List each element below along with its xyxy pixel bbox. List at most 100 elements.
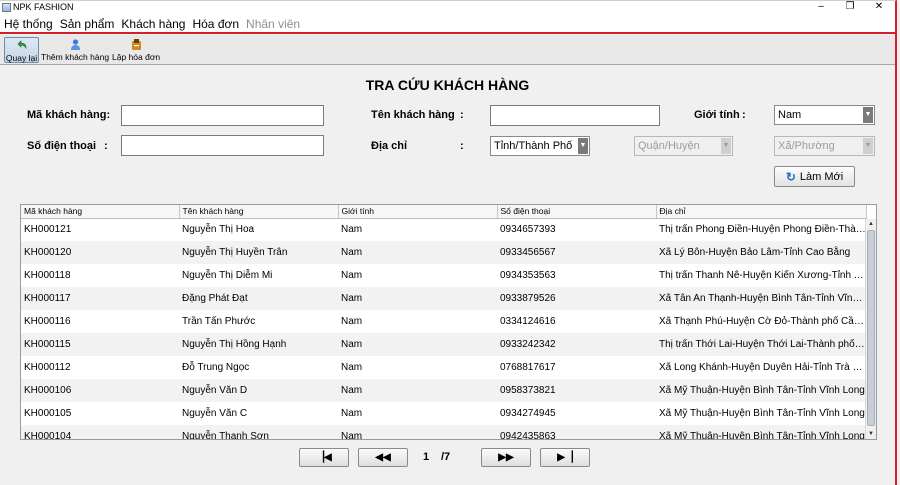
cell-customer-name: Nguyễn Thị Hoa bbox=[182, 224, 255, 236]
table-row[interactable]: KH000118 Nguyễn Thị Diễm Mi Nam 09343535… bbox=[21, 264, 866, 287]
chevron-down-icon: ▼ bbox=[578, 138, 588, 154]
column-header-address[interactable]: Địa chỉ bbox=[656, 205, 867, 219]
chevron-down-icon: ▼ bbox=[863, 138, 873, 154]
table-header-row: Mã khách hàng Tên khách hàng Giới tính S… bbox=[21, 205, 867, 219]
ward-select: Xã/Phường ▼ bbox=[774, 136, 875, 156]
menu-khach-hang[interactable]: Khách hàng bbox=[118, 17, 188, 31]
next-page-button[interactable]: ▶▶ bbox=[481, 448, 531, 467]
table-row[interactable]: KH000112 Đỗ Trung Ngọc Nam 0768817617 Xã… bbox=[21, 356, 866, 379]
gender-selected-value: Nam bbox=[778, 109, 802, 121]
back-label: Quay lại bbox=[5, 53, 38, 63]
cell-gender: Nam bbox=[341, 270, 363, 281]
cell-gender: Nam bbox=[338, 241, 497, 264]
maximize-button[interactable]: ❐ bbox=[837, 1, 863, 15]
cell-gender: Nam bbox=[338, 425, 497, 439]
chevron-down-icon: ▼ bbox=[863, 107, 873, 123]
province-select[interactable]: Tỉnh/Thành Phố ▼ bbox=[490, 136, 590, 156]
cell-gender: Nam bbox=[338, 379, 497, 402]
column-header-phone[interactable]: Số điện thoại bbox=[497, 205, 657, 219]
scroll-down-icon[interactable]: ▼ bbox=[866, 429, 876, 439]
ward-selected-value: Xã/Phường bbox=[778, 140, 835, 152]
customer-id-input[interactable] bbox=[121, 105, 324, 126]
cell-phone: 0334124616 bbox=[500, 316, 556, 327]
cell-gender: Nam bbox=[338, 287, 497, 310]
minimize-button[interactable]: – bbox=[808, 1, 834, 15]
menu-hoa-don[interactable]: Hóa đơn bbox=[189, 17, 242, 31]
cell-customer-id: KH000105 bbox=[24, 408, 72, 419]
scroll-up-icon[interactable]: ▲ bbox=[866, 219, 876, 229]
table-row[interactable]: KH000121 Nguyễn Thị Hoa Nam 0934657393 T… bbox=[21, 218, 866, 241]
window-title: NPK FASHION bbox=[13, 2, 74, 12]
district-select: Quận/Huyện ▼ bbox=[634, 136, 733, 156]
app-icon bbox=[2, 3, 11, 12]
cell-phone: 0958373821 bbox=[497, 379, 656, 402]
cell-address: Thị trấn Thới Lai-Huyện Thới Lai-Thành p… bbox=[656, 333, 866, 356]
table-row[interactable]: KH000105 Nguyễn Văn C Nam 0934274945 Xã … bbox=[21, 402, 866, 425]
cell-address: Xã Thạnh Phú-Huyện Cờ Đỏ-Thành phố Cần .… bbox=[659, 316, 866, 327]
cell-phone: 0933242342 bbox=[497, 333, 656, 356]
cell-customer-id: KH000121 bbox=[24, 224, 72, 236]
cell-customer-id: KH000117 bbox=[21, 287, 179, 310]
table-row[interactable]: KH000120 Nguyễn Thị Huyền Trân Nam 09334… bbox=[21, 241, 866, 264]
table-row[interactable]: KH000115 Nguyễn Thị Hồng Hạnh Nam 093324… bbox=[21, 333, 866, 356]
column-header-gender[interactable]: Giới tính bbox=[338, 205, 498, 219]
cell-customer-id: KH000120 bbox=[21, 241, 179, 264]
cell-customer-name: Nguyễn Thanh Sơn bbox=[179, 425, 338, 439]
cell-customer-name: Nguyễn Văn D bbox=[179, 379, 338, 402]
gender-label: Giới tính bbox=[694, 109, 740, 121]
last-page-button[interactable]: ▶▕ bbox=[540, 448, 590, 467]
table-row[interactable]: KH000106 Nguyễn Văn D Nam 0958373821 Xã … bbox=[21, 379, 866, 402]
phone-label: Số điện thoại bbox=[27, 140, 97, 152]
table-scrollbar[interactable]: ▲ ▼ bbox=[865, 219, 876, 439]
cell-address: Xã Mỹ Thuận-Huyện Bình Tân-Tỉnh Vĩnh Lon… bbox=[659, 408, 865, 419]
cell-customer-id: KH000116 bbox=[24, 316, 71, 327]
back-button[interactable]: Quay lại bbox=[4, 37, 39, 63]
cell-address: Thị trấn Phong Điền-Huyện Phong Điền-Thà… bbox=[659, 224, 866, 236]
table-row[interactable]: KH000104 Nguyễn Thanh Sơn Nam 0942435863… bbox=[21, 425, 866, 439]
cell-phone: 0933879526 bbox=[497, 287, 656, 310]
gender-colon: : bbox=[742, 109, 746, 121]
title-bar: NPK FASHION – ❐ ✕ bbox=[0, 1, 895, 15]
customer-name-label: Tên khách hàng bbox=[371, 109, 455, 121]
phone-input[interactable] bbox=[121, 135, 324, 156]
cell-address: Xã Lý Bôn-Huyện Bảo Lâm-Tỉnh Cao Bằng bbox=[656, 241, 866, 264]
menu-san-pham[interactable]: Sản phẩm bbox=[57, 17, 118, 31]
cell-gender: Nam bbox=[341, 224, 363, 236]
menu-bar: Hệ thống Sản phẩm Khách hàng Hóa đơn Nhâ… bbox=[0, 15, 895, 34]
cell-gender: Nam bbox=[338, 333, 497, 356]
cell-address: Xã Mỹ Thuận-Huyện Bình Tân-Tỉnh Vĩnh Lon… bbox=[656, 379, 866, 402]
scroll-thumb[interactable] bbox=[867, 230, 875, 426]
table-row[interactable]: KH000116 Trần Tấn Phước Nam 0334124616 X… bbox=[21, 310, 866, 333]
cell-address: Thị trấn Thanh Nê-Huyện Kiến Xương-Tỉnh … bbox=[659, 270, 866, 281]
page-title: TRA CỨU KHÁCH HÀNG bbox=[365, 77, 530, 93]
gender-select[interactable]: Nam ▼ bbox=[774, 105, 875, 125]
cell-address: Xã Mỹ Thuận-Huyện Bình Tân-Tỉnh Vĩnh Lon… bbox=[656, 425, 866, 439]
menu-he-thong[interactable]: Hệ thống bbox=[1, 17, 56, 31]
cell-gender: Nam bbox=[341, 408, 363, 419]
add-customer-button[interactable]: Thêm khách hàng bbox=[41, 37, 109, 63]
total-pages: /7 bbox=[441, 451, 451, 463]
refresh-button[interactable]: ↻ Làm Mới bbox=[774, 166, 855, 187]
cell-customer-name: Đặng Phát Đạt bbox=[179, 287, 338, 310]
refresh-label: Làm Mới bbox=[799, 170, 844, 183]
column-header-customer-name[interactable]: Tên khách hàng bbox=[179, 205, 339, 219]
district-selected-value: Quận/Huyện bbox=[638, 140, 700, 152]
address-colon: : bbox=[460, 140, 464, 152]
table-row[interactable]: KH000117 Đặng Phát Đạt Nam 0933879526 Xã… bbox=[21, 287, 866, 310]
previous-page-button[interactable]: ◀◀ bbox=[358, 448, 408, 467]
customer-name-input[interactable] bbox=[490, 105, 660, 126]
cell-phone: 0933456567 bbox=[497, 241, 656, 264]
first-page-button[interactable]: ▕◀ bbox=[299, 448, 349, 467]
cell-gender: Nam bbox=[341, 316, 363, 327]
cell-address: Xã Long Khánh-Huyện Duyên Hải-Tỉnh Trà V… bbox=[659, 362, 866, 373]
cell-customer-name: Đỗ Trung Ngọc bbox=[182, 362, 250, 373]
column-header-customer-id[interactable]: Mã khách hàng bbox=[21, 205, 180, 219]
customer-id-label: Mã khách hàng: bbox=[27, 109, 111, 121]
close-button[interactable]: ✕ bbox=[866, 1, 892, 15]
cell-phone: 0942435863 bbox=[497, 425, 656, 439]
current-page: 1 bbox=[423, 451, 430, 463]
cell-customer-id: KH000118 bbox=[24, 270, 71, 281]
cell-customer-name: Nguyễn Thị Hồng Hạnh bbox=[179, 333, 338, 356]
create-invoice-button[interactable]: Lập hóa đơn bbox=[112, 37, 160, 63]
cell-customer-id: KH000115 bbox=[21, 333, 179, 356]
